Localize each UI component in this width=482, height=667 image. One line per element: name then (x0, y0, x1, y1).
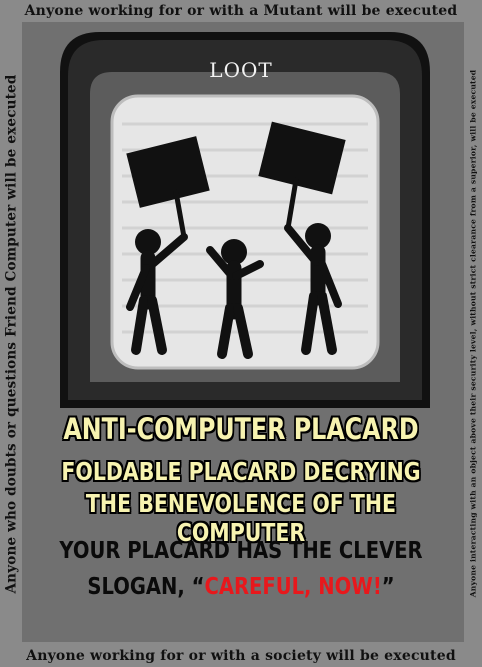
item-art-frame (60, 32, 430, 408)
border-text-right-wrap: Anyone interacting with an object above … (464, 0, 482, 667)
slogan-text: CAREFUL, NOW! (204, 574, 382, 600)
item-description-line2: SLOGAN, “CAREFUL, NOW!” (36, 574, 446, 600)
card-category-label: LOOT (209, 58, 273, 82)
border-text-left-wrap: Anyone who doubts or questions Friend Co… (0, 0, 22, 667)
border-text-bottom: Anyone working for or with a society wil… (26, 648, 456, 664)
item-name: ANTI-COMPUTER PLACARD (63, 412, 419, 446)
border-text-right: Anyone interacting with an object above … (468, 69, 478, 598)
item-subtitle-line1: FOLDABLE PLACARD DECRYING (61, 457, 421, 486)
border-text-top: Anyone working for or with a Mutant will… (24, 3, 458, 19)
loot-card: Anyone working for or with a Mutant will… (0, 0, 482, 667)
item-description-line1: YOUR PLACARD HAS THE CLEVER (59, 538, 423, 564)
desc-line2-prefix: SLOGAN, “ (87, 574, 205, 600)
border-text-left: Anyone who doubts or questions Friend Co… (3, 74, 20, 593)
desc-line2-suffix: ” (381, 574, 395, 600)
